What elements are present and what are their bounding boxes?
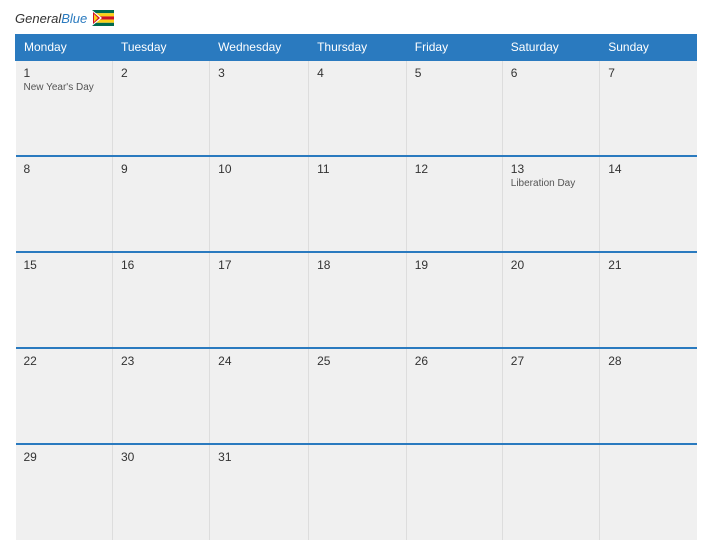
logo: GeneralBlue xyxy=(15,10,114,26)
day-number: 25 xyxy=(317,354,398,368)
logo-text: GeneralBlue xyxy=(15,11,87,26)
calendar-cell xyxy=(406,444,502,540)
calendar-cell: 19 xyxy=(406,252,502,348)
calendar-cell: 12 xyxy=(406,156,502,252)
day-number: 30 xyxy=(121,450,201,464)
calendar-cell: 21 xyxy=(600,252,697,348)
calendar-cell xyxy=(309,444,407,540)
header-tuesday: Tuesday xyxy=(112,35,209,61)
calendar-cell: 26 xyxy=(406,348,502,444)
day-number: 9 xyxy=(121,162,201,176)
calendar-cell: 15 xyxy=(16,252,113,348)
calendar-cell: 8 xyxy=(16,156,113,252)
header-thursday: Thursday xyxy=(309,35,407,61)
header-monday: Monday xyxy=(16,35,113,61)
day-number: 5 xyxy=(415,66,494,80)
calendar-cell: 3 xyxy=(210,60,309,156)
day-number: 7 xyxy=(608,66,688,80)
header-saturday: Saturday xyxy=(502,35,599,61)
calendar-week-row: 8 9 10 11 12 13 Liberation Day 14 xyxy=(16,156,697,252)
calendar-cell: 27 xyxy=(502,348,599,444)
calendar-week-row: 15 16 17 18 19 20 21 xyxy=(16,252,697,348)
holiday-name: New Year's Day xyxy=(24,82,104,93)
header-wednesday: Wednesday xyxy=(210,35,309,61)
calendar-table: Monday Tuesday Wednesday Thursday Friday… xyxy=(15,34,697,540)
day-number: 6 xyxy=(511,66,591,80)
calendar-cell: 7 xyxy=(600,60,697,156)
day-number: 15 xyxy=(24,258,104,272)
day-number: 31 xyxy=(218,450,300,464)
calendar-cell: 30 xyxy=(112,444,209,540)
calendar-cell xyxy=(502,444,599,540)
header-sunday: Sunday xyxy=(600,35,697,61)
day-number: 19 xyxy=(415,258,494,272)
calendar-week-row: 1 New Year's Day 2 3 4 5 6 7 xyxy=(16,60,697,156)
day-number: 28 xyxy=(608,354,688,368)
calendar-week-row: 22 23 24 25 26 27 28 xyxy=(16,348,697,444)
day-number: 20 xyxy=(511,258,591,272)
calendar-cell: 22 xyxy=(16,348,113,444)
calendar-cell: 11 xyxy=(309,156,407,252)
calendar-week-row: 29 30 31 xyxy=(16,444,697,540)
calendar-cell: 13 Liberation Day xyxy=(502,156,599,252)
logo-flag-icon xyxy=(92,10,114,26)
calendar-cell: 17 xyxy=(210,252,309,348)
calendar-cell: 24 xyxy=(210,348,309,444)
calendar-cell: 4 xyxy=(309,60,407,156)
weekday-header-row: Monday Tuesday Wednesday Thursday Friday… xyxy=(16,35,697,61)
calendar-cell: 23 xyxy=(112,348,209,444)
day-number: 13 xyxy=(511,162,591,176)
day-number: 16 xyxy=(121,258,201,272)
calendar-header: GeneralBlue xyxy=(15,10,697,26)
day-number: 4 xyxy=(317,66,398,80)
day-number: 26 xyxy=(415,354,494,368)
day-number: 27 xyxy=(511,354,591,368)
calendar-cell: 9 xyxy=(112,156,209,252)
calendar-cell: 1 New Year's Day xyxy=(16,60,113,156)
day-number: 2 xyxy=(121,66,201,80)
calendar-cell: 6 xyxy=(502,60,599,156)
header-friday: Friday xyxy=(406,35,502,61)
day-number: 8 xyxy=(24,162,104,176)
day-number: 1 xyxy=(24,66,104,80)
day-number: 17 xyxy=(218,258,300,272)
day-number: 18 xyxy=(317,258,398,272)
calendar-page: GeneralBlue Monday Tuesday Wednesday xyxy=(0,0,712,550)
calendar-cell: 29 xyxy=(16,444,113,540)
holiday-name: Liberation Day xyxy=(511,178,591,189)
day-number: 14 xyxy=(608,162,688,176)
calendar-cell xyxy=(600,444,697,540)
day-number: 11 xyxy=(317,162,398,176)
day-number: 21 xyxy=(608,258,688,272)
calendar-cell: 31 xyxy=(210,444,309,540)
calendar-cell: 5 xyxy=(406,60,502,156)
calendar-cell: 28 xyxy=(600,348,697,444)
calendar-cell: 10 xyxy=(210,156,309,252)
calendar-cell: 20 xyxy=(502,252,599,348)
calendar-cell: 25 xyxy=(309,348,407,444)
day-number: 22 xyxy=(24,354,104,368)
calendar-cell: 18 xyxy=(309,252,407,348)
day-number: 24 xyxy=(218,354,300,368)
day-number: 23 xyxy=(121,354,201,368)
calendar-cell: 2 xyxy=(112,60,209,156)
day-number: 10 xyxy=(218,162,300,176)
calendar-cell: 14 xyxy=(600,156,697,252)
day-number: 29 xyxy=(24,450,104,464)
day-number: 12 xyxy=(415,162,494,176)
calendar-cell: 16 xyxy=(112,252,209,348)
day-number: 3 xyxy=(218,66,300,80)
